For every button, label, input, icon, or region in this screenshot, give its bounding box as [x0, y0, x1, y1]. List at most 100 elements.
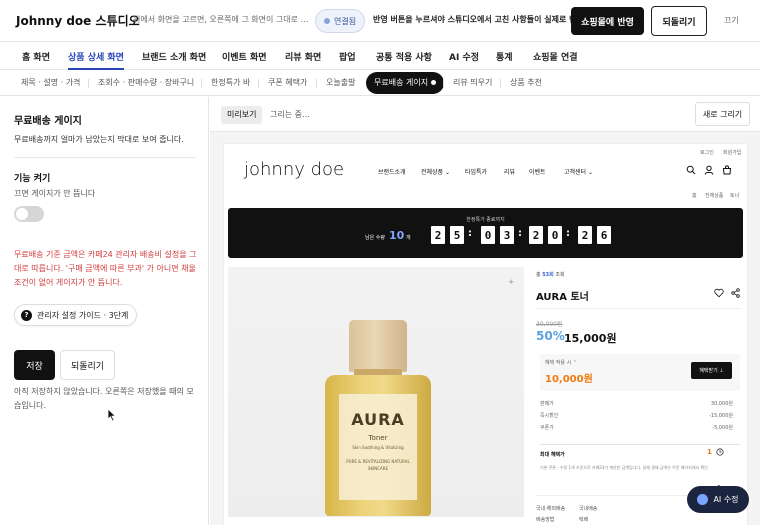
- shop-nav-item[interactable]: 이벤트: [529, 167, 546, 176]
- shop-header-icons: [686, 165, 732, 175]
- ai-edit-button[interactable]: AI 수정: [687, 486, 749, 513]
- tab-home[interactable]: 홈 화면: [22, 50, 50, 63]
- admin-guide-button[interactable]: ? 관리자 설정 가이드 · 3단계: [14, 304, 138, 326]
- revert-all-button[interactable]: 되돌리기: [651, 6, 707, 36]
- product-info: 총 53회 조회 AURA 토너 30,000원 50% 15,000원 혜택 …: [536, 267, 741, 523]
- shop-nav-item[interactable]: 전체상품 ⌄: [421, 167, 450, 176]
- tab-common[interactable]: 공통 적용 사항: [376, 50, 432, 63]
- divider: [500, 79, 501, 88]
- main-tabs: 홈 화면 상품 상세 화면 브랜드 소개 화면 이벤트 화면 리뷰 화면 팝업 …: [0, 42, 760, 70]
- shop-nav-item[interactable]: 고객센터 ⌄: [564, 167, 593, 176]
- countdown-digit: 0: [548, 226, 562, 244]
- breakdown-value: -5,000원: [712, 425, 733, 431]
- tab-popup[interactable]: 팝업: [339, 50, 356, 63]
- revert-button[interactable]: 되돌리기: [60, 350, 115, 380]
- top-bar: Johnny doe 스튜디오 위에서 화면을 고르면, 오른쪽에 그 화면이 …: [0, 0, 760, 42]
- shop-preview: 로그인 회원가입 johnny doe 브랜드소개 전체상품 ⌄ 타임특가 리뷰…: [224, 144, 747, 525]
- countdown-digit: 2: [529, 226, 543, 244]
- shop-nav-item[interactable]: 브랜드소개: [378, 167, 406, 176]
- subtab-coupon[interactable]: 쿠폰 혜택가: [268, 77, 307, 88]
- tab-stats[interactable]: 통계: [496, 50, 513, 63]
- preview-tab[interactable]: 미리보기: [221, 106, 263, 124]
- zoom-icon[interactable]: +: [508, 278, 514, 286]
- product-image[interactable]: + AURA Toner Skin Soothing & Vitalizing P…: [228, 267, 524, 517]
- apply-to-shop-button[interactable]: 쇼핑몰에 반영: [571, 7, 644, 35]
- bottle-label-sub: Skin Soothing & Vitalizing PURE & REVITAL…: [343, 444, 413, 472]
- subtab-today-ship[interactable]: 오늘출발: [326, 77, 355, 88]
- bottle-label: AURA Toner Skin Soothing & Vitalizing PUR…: [339, 394, 417, 500]
- max-benefit-desc: 기본 쿠폰 · 수량 1개 기준으로 카페24가 계산한 금액입니다. 실제 결…: [540, 465, 708, 470]
- shipping-method-label: 배송방법: [536, 517, 555, 523]
- subtab-recommend[interactable]: 상품 추천: [510, 77, 542, 88]
- sale-price: 15,000원: [564, 332, 617, 345]
- share-icon[interactable]: [731, 288, 740, 298]
- breakdown-label: 판매가: [540, 401, 554, 407]
- shop-nav-item[interactable]: 타임특가: [465, 167, 487, 176]
- banner-title: 한정특가 종료까지: [466, 217, 505, 223]
- tab-product-detail[interactable]: 상품 상세 화면: [68, 50, 124, 70]
- subtab-free-shipping[interactable]: 무료배송 게이지: [366, 72, 445, 94]
- close-button[interactable]: 끄기: [724, 15, 739, 26]
- save-button[interactable]: 저장: [14, 350, 55, 380]
- countdown-colon: :: [468, 228, 472, 239]
- cart-icon[interactable]: [722, 165, 732, 175]
- views-prefix: 총: [536, 272, 541, 278]
- warning-text: 무료배송 기준 금액은 카페24 관리자 배송비 설정을 그대로 따릅니다. '…: [14, 250, 197, 287]
- tab-shop-connect[interactable]: 쇼핑몰 연결: [533, 50, 578, 63]
- heart-icon[interactable]: [714, 288, 724, 298]
- breakdown-value: -15,000원: [709, 413, 733, 419]
- breadcrumb-item[interactable]: 전체상품: [705, 192, 723, 199]
- tab-review[interactable]: 리뷰 화면: [285, 50, 321, 63]
- tab-ai-edit[interactable]: AI 수정: [449, 50, 479, 63]
- divider: [443, 79, 444, 88]
- shipping-option[interactable]: 국내·해외배송: [536, 505, 565, 512]
- login-link[interactable]: 로그인: [700, 149, 714, 156]
- breakdown-label: 즉시할인: [540, 413, 559, 419]
- shop-logo[interactable]: johnny doe: [244, 159, 344, 180]
- coupon-price: 10,000원: [545, 374, 593, 385]
- bottle-label-detail: PURE & REVITALIZING NATURAL SKINCARE: [346, 459, 410, 471]
- search-icon[interactable]: [686, 165, 696, 175]
- limited-deal-banner: 한정특가 종료까지 남은 수량 10 개 2 5 : 0 3 : 2 0 : 2…: [228, 208, 743, 258]
- countdown-digit: 0: [481, 226, 495, 244]
- user-icon[interactable]: [704, 165, 714, 175]
- countdown-colon: :: [566, 228, 570, 239]
- tab-brand[interactable]: 브랜드 소개 화면: [142, 50, 206, 63]
- rendering-status: 그리는 중…: [270, 110, 310, 119]
- countdown-colon: :: [518, 228, 522, 239]
- max-benefit-label: 최대 혜택가: [540, 452, 565, 458]
- shipping-method-value: 택배: [579, 517, 589, 523]
- shipping-option[interactable]: 국내배송: [579, 505, 597, 512]
- divider: [258, 79, 259, 88]
- tab-event[interactable]: 이벤트 화면: [222, 50, 267, 63]
- feature-toggle-title: 기능 켜기: [14, 174, 51, 184]
- coupon-box: 혜택 적용 시 ⌃ 10,000원 혜택받기 ⊥: [540, 354, 740, 391]
- countdown-digit: 3: [500, 226, 514, 244]
- get-benefit-button[interactable]: 혜택받기 ⊥: [691, 362, 732, 379]
- breakdown-value: 30,000원: [710, 401, 733, 407]
- subtab-views-sales[interactable]: 조회수 · 판매수량 · 장바구니: [98, 77, 194, 88]
- breadcrumb-item[interactable]: 토너: [730, 192, 739, 199]
- connection-label: 연결됨: [334, 16, 357, 26]
- breadcrumb-item[interactable]: 홈: [692, 192, 697, 199]
- mouse-cursor-icon: [107, 408, 117, 422]
- subtab-title-price[interactable]: 제목 · 설명 · 가격: [21, 77, 80, 88]
- coupon-label[interactable]: 혜택 적용 시 ⌃: [545, 359, 577, 366]
- panel-description: 무료배송까지 얼마가 남았는지 막대로 보여 줍니다.: [14, 135, 184, 144]
- signup-link[interactable]: 회원가입: [723, 149, 741, 156]
- status-dot-icon: [324, 18, 330, 24]
- bottle-cap: [349, 320, 407, 372]
- breakdown-label: 쿠폰가: [540, 425, 554, 431]
- divider: [201, 79, 202, 88]
- panel-title: 무료배송 게이지: [14, 116, 82, 127]
- redraw-button[interactable]: 새로 그리기: [695, 102, 750, 126]
- settings-panel: 무료배송 게이지 무료배송까지 얼마가 남았는지 막대로 보여 줍니다. 기능 …: [0, 97, 209, 525]
- bottle-label-brand: AURA: [351, 410, 405, 429]
- subtab-limited-bar[interactable]: 한정특가 바: [211, 77, 250, 88]
- views-suffix: 조회: [555, 272, 565, 278]
- shop-nav-item[interactable]: 리뷰: [504, 167, 515, 176]
- subtab-review-float[interactable]: 리뷰 띄우기: [453, 77, 492, 88]
- ai-bot-icon: [697, 494, 709, 505]
- feature-toggle[interactable]: [14, 206, 44, 222]
- discount-rate: 50%: [536, 329, 565, 343]
